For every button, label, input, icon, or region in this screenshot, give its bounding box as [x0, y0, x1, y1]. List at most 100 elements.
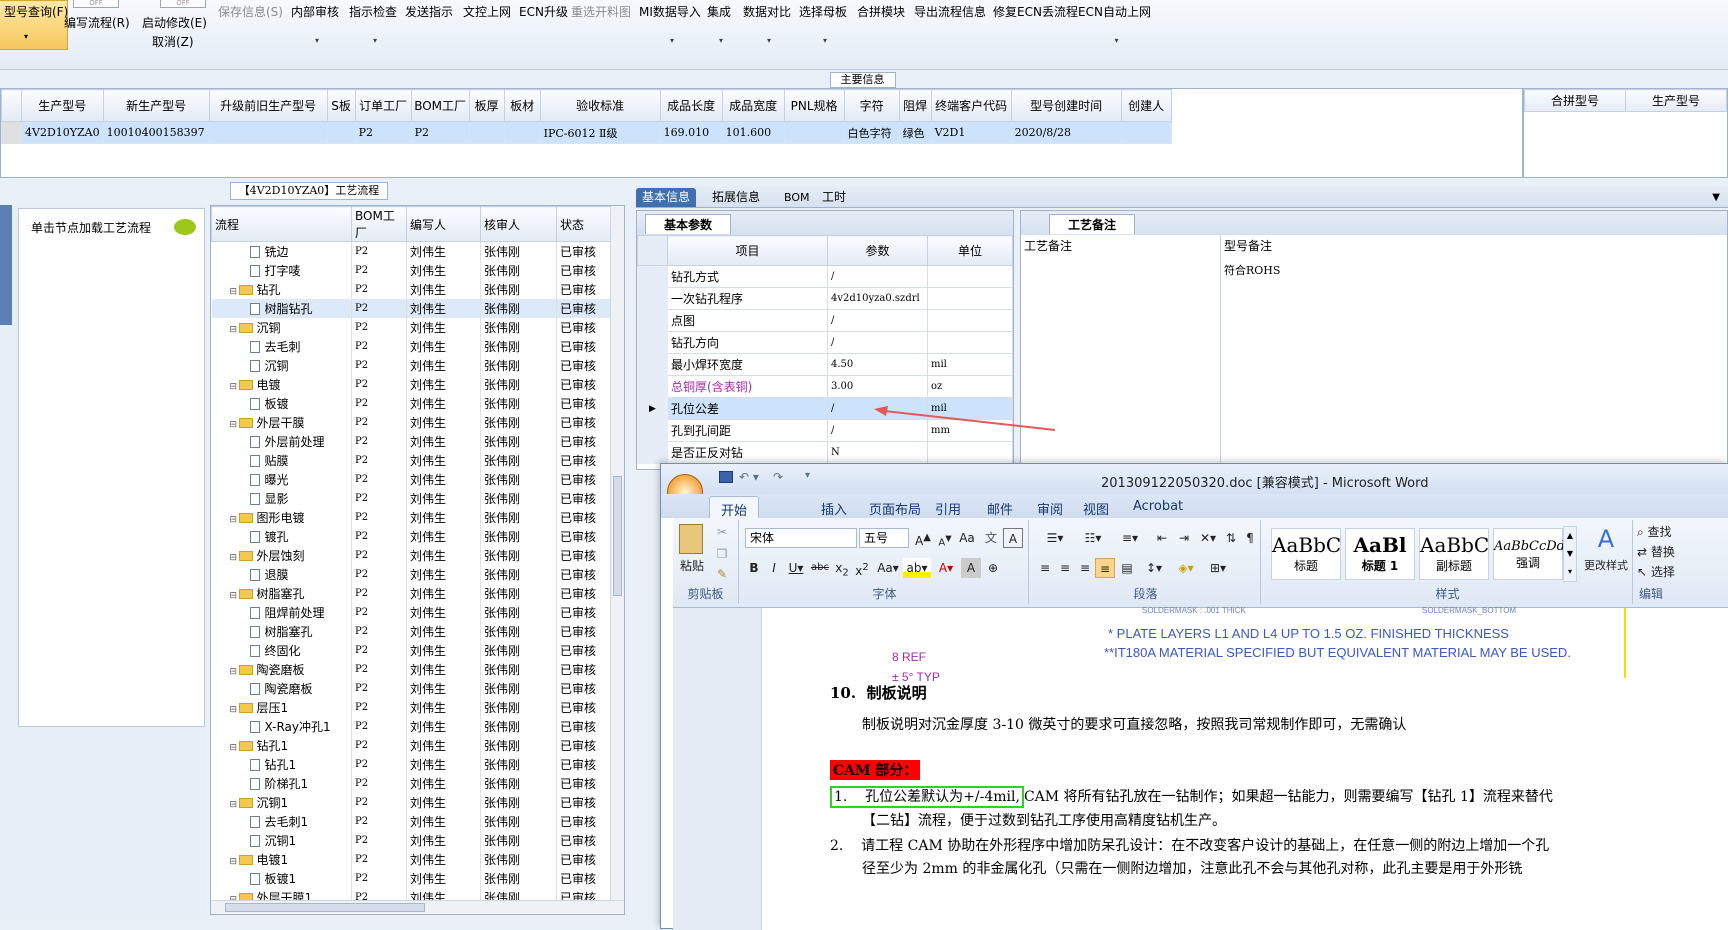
- underline-icon[interactable]: U▾: [785, 558, 807, 578]
- tab-work-hours[interactable]: 工时: [816, 188, 852, 207]
- justify-icon[interactable]: ≡: [1095, 558, 1115, 578]
- tree-node[interactable]: ⊟ 外层蚀刻: [211, 545, 352, 565]
- tree-row[interactable]: ⊟ 钻孔1 P2 刘伟生 张伟刚 已审核: [211, 735, 617, 755]
- cut-icon[interactable]: ✂: [713, 522, 731, 542]
- tree-node[interactable]: ⊟ 层压1: [211, 697, 352, 717]
- tree-row[interactable]: 沉铜1 P2 刘伟生 张伟刚 已审核: [211, 830, 617, 850]
- tree-row[interactable]: 阻焊前处理 P2 刘伟生 张伟刚 已审核: [211, 602, 617, 622]
- cell[interactable]: [208, 121, 328, 144]
- menu-item-3[interactable]: 保存信息(S): [218, 3, 283, 20]
- col-header[interactable]: 板厚: [468, 89, 505, 122]
- param-row[interactable]: 点图 /: [637, 309, 1013, 332]
- tree-node[interactable]: 去毛刺1: [211, 811, 352, 831]
- menu-item-1[interactable]: 编写流程(R): [64, 14, 130, 31]
- param-value[interactable]: /: [827, 309, 928, 332]
- tree-row[interactable]: ⊟ 陶瓷磨板 P2 刘伟生 张伟刚 已审核: [211, 659, 617, 679]
- tree-node[interactable]: X-Ray冲孔1: [211, 716, 352, 736]
- tree-node[interactable]: 钻孔1: [211, 754, 352, 774]
- tree-node[interactable]: 退膜: [211, 564, 352, 584]
- cell[interactable]: P2: [354, 121, 412, 144]
- menu-item-6[interactable]: 发送指示: [405, 3, 453, 20]
- process-tree-grid[interactable]: 流程 BOM工厂 编写人 核审人 状态 铣边 P2 刘伟生 张伟刚 已审核 打字唛 P2 刘伟生 张伟刚已…: [210, 205, 625, 915]
- tree-row[interactable]: ⊟ 图形电镀 P2 刘伟生 张伟刚 已审核: [211, 507, 617, 527]
- toggle-switch-0[interactable]: OFF: [73, 0, 119, 8]
- cell[interactable]: P2: [410, 121, 470, 144]
- word-tab-5[interactable]: 审阅: [1037, 499, 1063, 518]
- paste-icon[interactable]: [679, 524, 703, 554]
- grow-font-icon[interactable]: A▲: [913, 528, 933, 548]
- style-item[interactable]: AaBbC 副标题: [1419, 528, 1489, 580]
- tree-node[interactable]: 铣边: [211, 241, 352, 261]
- tree-row[interactable]: 打字唛 P2 刘伟生 张伟刚 已审核: [211, 260, 617, 280]
- tree-row[interactable]: ⊟ 外层干膜 P2 刘伟生 张伟刚 已审核: [211, 412, 617, 432]
- replace-button[interactable]: ⇄ 替换: [1637, 542, 1677, 562]
- col-header[interactable]: 核审人: [480, 206, 557, 242]
- cell[interactable]: [326, 121, 356, 144]
- tree-node[interactable]: 阶梯孔1: [211, 773, 352, 793]
- redo-icon[interactable]: ↷: [773, 470, 783, 484]
- cell[interactable]: 169.010: [659, 121, 723, 144]
- chinese-layout-icon[interactable]: ✕▾: [1197, 528, 1219, 548]
- italic-icon[interactable]: I: [765, 558, 783, 578]
- tree-node[interactable]: 显影: [211, 488, 352, 508]
- col-header[interactable]: BOM工厂: [410, 89, 470, 122]
- tree-node[interactable]: ⊟ 钻孔1: [211, 735, 352, 755]
- cell[interactable]: 白色字符: [843, 121, 900, 144]
- tree-row[interactable]: ⊟ 钻孔 P2 刘伟生 张伟刚 已审核: [211, 279, 617, 299]
- enclose-char-icon[interactable]: ⊕: [983, 558, 1003, 578]
- col-header[interactable]: 编写人: [406, 206, 481, 242]
- menu-item-7[interactable]: 文控上网: [463, 3, 511, 20]
- collapse-icon[interactable]: ⊟: [230, 667, 239, 677]
- style-item[interactable]: AaBbC 标题: [1271, 528, 1341, 580]
- tab-extended-info[interactable]: 拓展信息: [706, 188, 766, 207]
- col-header[interactable]: 字符: [843, 89, 900, 122]
- shrink-font-icon[interactable]: A▼: [935, 528, 955, 548]
- tree-node[interactable]: 树脂塞孔: [211, 621, 352, 641]
- col-header[interactable]: 合拼型号: [1524, 89, 1626, 112]
- cell[interactable]: 2020/8/28: [1010, 121, 1122, 144]
- font-name-select[interactable]: 宋体: [745, 528, 857, 548]
- tree-row[interactable]: ⊟ 树脂塞孔 P2 刘伟生 张伟刚 已审核: [211, 583, 617, 603]
- col-header[interactable]: 新生产型号: [102, 89, 210, 122]
- menu-item-8[interactable]: ECN升级: [519, 3, 568, 20]
- tab-bom[interactable]: BOM: [778, 188, 816, 207]
- col-header[interactable]: 型号创建时间: [1010, 89, 1122, 122]
- menu-item-9[interactable]: 重选开料图: [571, 3, 631, 20]
- word-tab-4[interactable]: 邮件: [987, 499, 1013, 518]
- param-row[interactable]: 钻孔方式 /: [637, 265, 1013, 288]
- param-row[interactable]: 是否正反对钻 N: [637, 441, 1013, 464]
- paste-button[interactable]: 粘贴: [675, 556, 709, 576]
- cell[interactable]: [1120, 121, 1172, 144]
- table-row[interactable]: 4V2D10YZA0 10010400158397 P2 P2 IPC-6012 Ⅱ级 1…: [1, 121, 1172, 144]
- param-value[interactable]: /: [827, 331, 928, 354]
- cell[interactable]: V2D1: [930, 121, 1012, 144]
- tree-row[interactable]: 显影 P2 刘伟生 张伟刚 已审核: [211, 488, 617, 508]
- param-row[interactable]: 最小焊环宽度 4.50 mil: [637, 353, 1013, 376]
- tree-node[interactable]: 陶瓷磨板: [211, 678, 352, 698]
- param-row[interactable]: 总铜厚(含表铜) 3.00 oz: [637, 375, 1013, 398]
- tree-node[interactable]: 去毛刺: [211, 336, 352, 356]
- col-header[interactable]: 生产型号: [1625, 89, 1727, 112]
- strikethrough-icon[interactable]: abc: [809, 558, 831, 578]
- tree-node[interactable]: 板镀1: [211, 868, 352, 888]
- col-header[interactable]: 订单工厂: [354, 89, 412, 122]
- tree-row[interactable]: 去毛刺 P2 刘伟生 张伟刚 已审核: [211, 336, 617, 356]
- tree-row[interactable]: ⊟ 电镀 P2 刘伟生 张伟刚 已审核: [211, 374, 617, 394]
- model-note-field[interactable]: 型号备注 符合ROHS: [1221, 235, 1728, 471]
- char-border-icon[interactable]: A: [1003, 528, 1023, 548]
- tree-node[interactable]: 贴膜: [211, 450, 352, 470]
- align-right-icon[interactable]: ≡: [1075, 558, 1095, 578]
- multilevel-list-icon[interactable]: ≡▾: [1113, 528, 1147, 548]
- tree-row[interactable]: ⊟ 沉铜1 P2 刘伟生 张伟刚 已审核: [211, 792, 617, 812]
- collapse-icon[interactable]: ⊟: [230, 857, 239, 867]
- tree-row[interactable]: 阶梯孔1 P2 刘伟生 张伟刚 已审核: [211, 773, 617, 793]
- collapse-icon[interactable]: ⊟: [230, 515, 239, 525]
- subscript-icon[interactable]: x2: [833, 558, 851, 578]
- tree-row[interactable]: 陶瓷磨板 P2 刘伟生 张伟刚 已审核: [211, 678, 617, 698]
- tree-row[interactable]: 曝光 P2 刘伟生 张伟刚 已审核: [211, 469, 617, 489]
- tree-node[interactable]: 沉铜: [211, 355, 352, 375]
- load-process-hint[interactable]: 单击节点加载工艺流程: [18, 208, 205, 252]
- process-note-field[interactable]: 工艺备注: [1021, 235, 1221, 471]
- borders-icon[interactable]: ⊞▾: [1203, 558, 1233, 578]
- cell[interactable]: IPC-6012 Ⅱ级: [539, 121, 661, 144]
